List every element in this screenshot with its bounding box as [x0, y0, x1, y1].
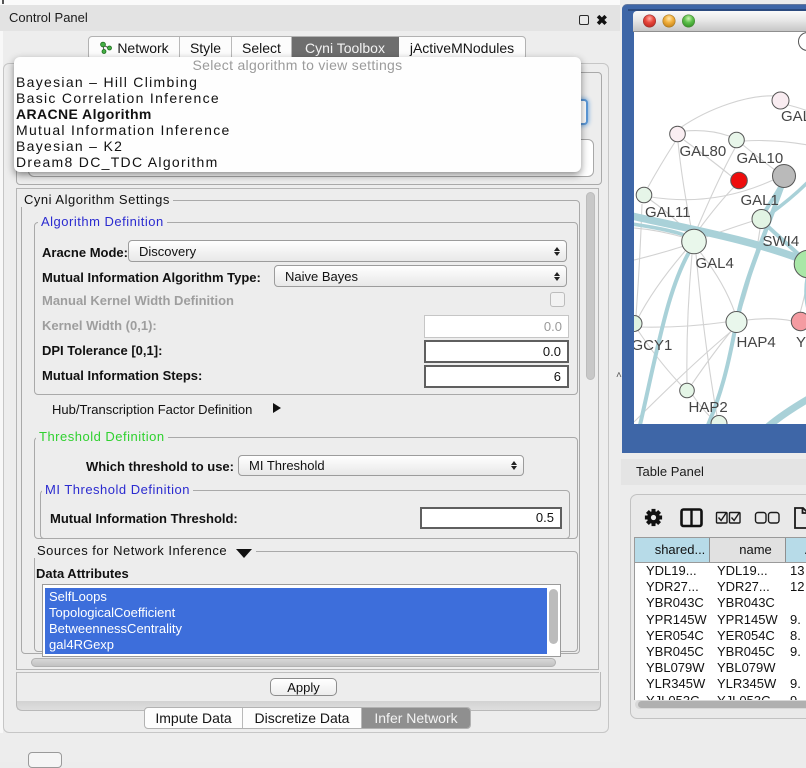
svg-text:GAL4: GAL4: [695, 255, 733, 272]
svg-text:Y: Y: [796, 334, 806, 351]
svg-text:SWI4: SWI4: [762, 233, 799, 250]
svg-text:GAL7: GAL7: [781, 108, 806, 125]
svg-text:GCY1: GCY1: [634, 337, 672, 354]
svg-text:GAL11: GAL11: [645, 204, 691, 221]
svg-text:GAL1: GAL1: [740, 192, 778, 209]
svg-text:HAP2: HAP2: [688, 399, 727, 416]
svg-text:GAL10: GAL10: [736, 150, 783, 167]
svg-text:GAL80: GAL80: [679, 143, 726, 160]
svg-text:HAP4: HAP4: [736, 334, 775, 351]
